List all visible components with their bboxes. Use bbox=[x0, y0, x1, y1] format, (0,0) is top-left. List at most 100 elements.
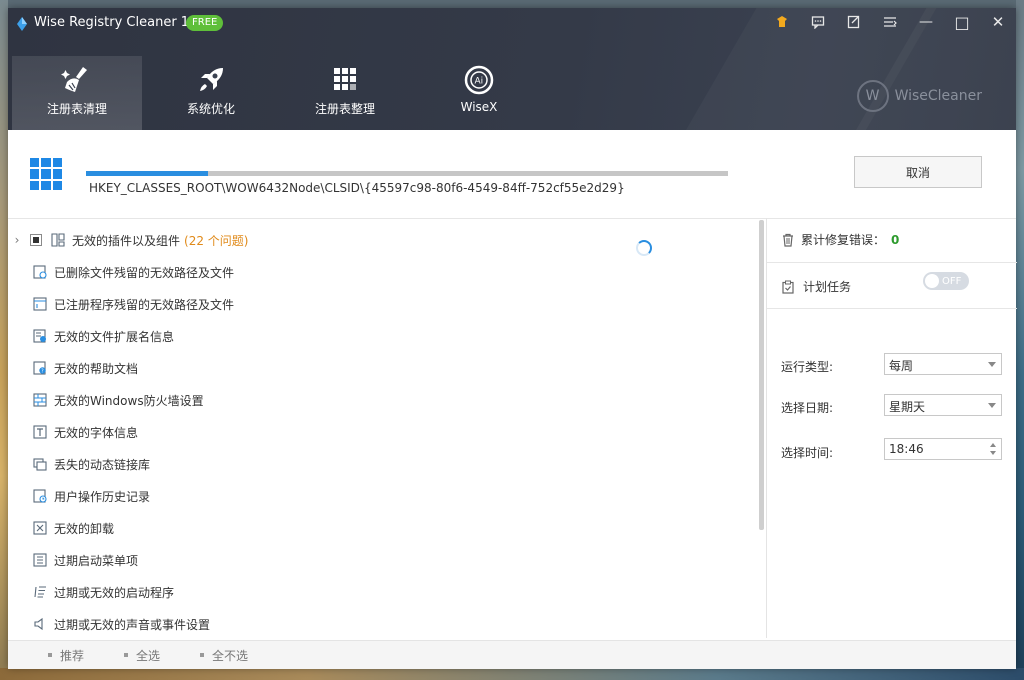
plugin-icon bbox=[50, 232, 66, 248]
list-item-label: 无效的插件以及组件 bbox=[72, 233, 181, 248]
rocket-icon bbox=[200, 68, 223, 91]
toggle-knob bbox=[925, 274, 939, 288]
tab-system-optimize[interactable]: 系统优化 bbox=[146, 56, 276, 130]
crown-icon[interactable] bbox=[768, 10, 796, 34]
loading-spinner-icon bbox=[636, 240, 652, 256]
file-extension-icon bbox=[32, 328, 48, 344]
run-type-value: 每周 bbox=[889, 359, 914, 373]
list-item-label: 过期或无效的声音或事件设置 bbox=[54, 617, 211, 632]
grid-icon bbox=[334, 68, 356, 90]
sound-icon bbox=[32, 616, 48, 632]
trash-icon bbox=[783, 233, 793, 247]
item-checkbox[interactable] bbox=[30, 234, 42, 246]
list-item[interactable]: 用户操作历史记录 bbox=[8, 480, 748, 512]
desktop-background-bottom bbox=[0, 668, 1024, 680]
list-item[interactable]: 丢失的动态链接库 bbox=[8, 448, 748, 480]
tab-registry-cleaner[interactable]: 注册表清理 bbox=[12, 56, 142, 130]
wisecleaner-logo-icon: W bbox=[856, 80, 889, 112]
list-item-label: 无效的卸载 bbox=[54, 521, 115, 536]
windows-registry-icon bbox=[30, 158, 62, 190]
list-item-label: 过期或无效的启动程序 bbox=[54, 585, 175, 600]
scheduled-task-label: 计划任务 bbox=[803, 280, 852, 294]
start-menu-icon bbox=[32, 552, 48, 568]
time-spinner[interactable]: 18:46 bbox=[884, 438, 1002, 460]
tab-label: 系统优化 bbox=[186, 102, 235, 116]
close-button[interactable]: ✕ bbox=[984, 10, 1012, 34]
deleted-file-icon bbox=[32, 264, 48, 280]
title-bar[interactable]: Wise Registry Cleaner 11 FREE — □ ✕ bbox=[8, 8, 1016, 38]
program-icon bbox=[32, 296, 48, 312]
history-icon bbox=[32, 488, 48, 504]
list-item-label: 已删除文件残留的无效路径及文件 bbox=[54, 265, 235, 280]
spin-up-icon[interactable] bbox=[990, 443, 996, 447]
clipboard-check-icon bbox=[782, 280, 794, 294]
menu-icon[interactable] bbox=[876, 10, 904, 34]
list-item-label: 过期启动菜单项 bbox=[54, 553, 139, 568]
time-label: 选择时间: bbox=[781, 446, 834, 460]
chevron-down-icon bbox=[988, 403, 996, 408]
spin-down-icon[interactable] bbox=[990, 451, 996, 455]
maximize-button[interactable]: □ bbox=[948, 10, 976, 34]
desktop-background-left bbox=[0, 0, 8, 680]
right-panel: 累计修复错误： 0 计划任务 OFF 运行类型: 每周 选择日期: 星期天 选择… bbox=[766, 218, 1017, 638]
wisex-icon: Ai bbox=[464, 65, 494, 95]
list-item[interactable]: 过期或无效的声音或事件设置 bbox=[8, 608, 748, 638]
date-select[interactable]: 星期天 bbox=[884, 394, 1002, 416]
list-item[interactable]: 无效的Windows防火墙设置 bbox=[8, 384, 748, 416]
tab-label: 注册表整理 bbox=[314, 102, 375, 116]
select-all-link[interactable]: 全选 bbox=[124, 647, 160, 664]
run-type-select[interactable]: 每周 bbox=[884, 353, 1002, 375]
divider bbox=[767, 262, 1017, 263]
select-none-link[interactable]: 全不选 bbox=[200, 647, 248, 664]
firewall-icon bbox=[32, 392, 48, 408]
list-item[interactable]: 已删除文件残留的无效路径及文件 bbox=[8, 256, 748, 288]
minimize-button[interactable]: — bbox=[912, 10, 940, 34]
list-item-label: 用户操作历史记录 bbox=[54, 489, 151, 504]
repaired-errors-count: 0 bbox=[891, 232, 900, 247]
dll-icon bbox=[32, 456, 48, 472]
tab-wisex[interactable]: Ai WiseX bbox=[414, 56, 544, 130]
edit-icon[interactable] bbox=[840, 10, 868, 34]
app-header: Wise Registry Cleaner 11 FREE — □ ✕ 注册表清… bbox=[8, 8, 1016, 130]
list-item[interactable]: 无效的字体信息 bbox=[8, 416, 748, 448]
issue-count: (22 个问题) bbox=[184, 233, 249, 248]
scan-progress-fill bbox=[86, 171, 208, 176]
cancel-button[interactable]: 取消 bbox=[854, 156, 982, 188]
list-item-label: 无效的文件扩展名信息 bbox=[54, 329, 175, 344]
list-item[interactable]: 过期启动菜单项 bbox=[8, 544, 748, 576]
chevron-right-icon[interactable]: › bbox=[8, 233, 26, 247]
recommend-link[interactable]: 推荐 bbox=[48, 647, 84, 664]
feedback-icon[interactable] bbox=[804, 10, 832, 34]
startup-icon bbox=[32, 584, 48, 600]
list-item[interactable]: 无效的卸载 bbox=[8, 512, 748, 544]
list-item[interactable]: 已注册程序残留的无效路径及文件 bbox=[8, 288, 748, 320]
svg-text:?: ? bbox=[41, 369, 44, 375]
scan-current-path: HKEY_CLASSES_ROOT\WOW6432Node\CLSID\{455… bbox=[89, 181, 625, 195]
list-item[interactable]: 过期或无效的启动程序 bbox=[8, 576, 748, 608]
schedule-toggle[interactable]: OFF bbox=[923, 272, 969, 290]
tab-label: WiseX bbox=[460, 100, 498, 114]
app-title: Wise Registry Cleaner 11 bbox=[34, 15, 198, 30]
font-icon bbox=[32, 424, 48, 440]
help-doc-icon: ? bbox=[32, 360, 48, 376]
time-value: 18:46 bbox=[889, 442, 924, 456]
list-item[interactable]: ? 无效的帮助文档 bbox=[8, 352, 748, 384]
toggle-state-label: OFF bbox=[942, 275, 962, 287]
list-item-label: 丢失的动态链接库 bbox=[54, 457, 151, 472]
brand-name: WiseCleaner bbox=[894, 88, 982, 104]
scan-category-list: › 无效的插件以及组件 (22 个问题) 已删除文件残留的无效路径及文件 已注册程序残留… bbox=[8, 218, 760, 638]
list-item-label: 已注册程序残留的无效路径及文件 bbox=[54, 297, 235, 312]
list-scrollbar[interactable] bbox=[759, 220, 764, 530]
list-item[interactable]: › 无效的插件以及组件 (22 个问题) bbox=[8, 224, 748, 256]
chevron-down-icon bbox=[988, 362, 996, 367]
run-type-label: 运行类型: bbox=[781, 360, 834, 374]
footer-bar: 推荐 全选 全不选 bbox=[8, 640, 1016, 669]
svg-text:Ai: Ai bbox=[475, 77, 484, 87]
list-item[interactable]: 无效的文件扩展名信息 bbox=[8, 320, 748, 352]
wisecleaner-brand: W WiseCleaner bbox=[856, 80, 982, 112]
tab-registry-defrag[interactable]: 注册表整理 bbox=[280, 56, 410, 130]
free-badge: FREE bbox=[186, 15, 224, 31]
list-item-label: 无效的Windows防火墙设置 bbox=[54, 393, 204, 408]
list-item-label: 无效的帮助文档 bbox=[54, 361, 139, 376]
scan-progress-bar bbox=[86, 171, 728, 176]
